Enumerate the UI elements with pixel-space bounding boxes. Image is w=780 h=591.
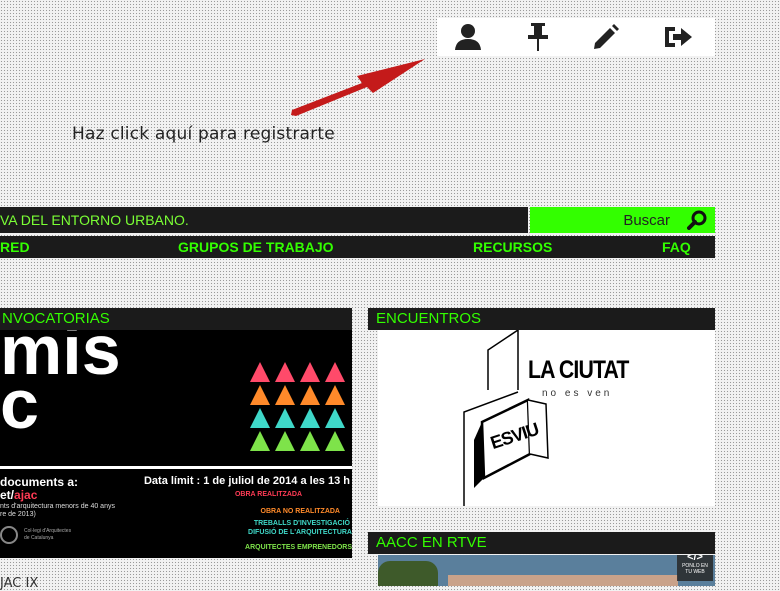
- nav-item-faq[interactable]: FAQ: [662, 239, 691, 255]
- pencil-icon[interactable]: [590, 22, 620, 52]
- poster-cat4: ARQUITECTES EMPRENEDORS: [245, 544, 352, 551]
- poster-divider: [0, 466, 352, 469]
- poster-cat1: OBRA REALITZADA: [234, 491, 302, 498]
- poster-site-highlight: ajac: [14, 488, 38, 502]
- search-box[interactable]: Buscar: [530, 207, 715, 233]
- main-nav: RED GRUPOS DE TRABAJO RECURSOS FAQ: [0, 236, 715, 258]
- register-hint[interactable]: Haz click aquí para registrarte: [72, 124, 335, 144]
- user-toolbar: [437, 18, 715, 56]
- poster-cat2: OBRA NO REALITZADA: [260, 508, 340, 515]
- poster-org1: Col·legi d'Arquitectes: [24, 528, 72, 534]
- convocatoria-caption[interactable]: JAC IX: [0, 576, 38, 591]
- search-label: Buscar: [623, 212, 670, 229]
- logo-subtitle: no es ven: [542, 388, 613, 399]
- poster-org2: de Catalunya: [24, 535, 54, 541]
- embed-badge[interactable]: </> PONLO EN TU WEB: [677, 555, 713, 581]
- building-shape: [448, 575, 678, 586]
- search-icon[interactable]: [687, 210, 707, 235]
- tree-shape: [378, 561, 438, 586]
- poster-small1: nts d'arquitectura menors de 40 anys: [0, 503, 115, 510]
- logo-title: LA CIUTAT: [528, 356, 629, 384]
- encuentros-header[interactable]: ENCUENTROS: [368, 308, 715, 330]
- poster-small2: re de 2013): [0, 511, 36, 518]
- convocatorias-poster[interactable]: mis c documents a: et/ajac nts d'arquite…: [0, 330, 352, 558]
- sign-out-icon[interactable]: [663, 22, 693, 52]
- poster-site: et/ajac: [0, 488, 37, 502]
- rtve-header[interactable]: AACC EN RTVE: [368, 532, 715, 554]
- poster-big-line2: c: [0, 365, 39, 443]
- poster-cat3a: TREBALLS D'INVESTIGACIÓ: [253, 520, 350, 527]
- user-icon[interactable]: [453, 22, 483, 52]
- tagline: VA DEL ENTORNO URBANO.: [0, 212, 189, 228]
- embed-label2: TU WEB: [685, 569, 705, 575]
- nav-item-grupos[interactable]: GRUPOS DE TRABAJO: [178, 239, 334, 255]
- pushpin-icon[interactable]: [523, 22, 553, 52]
- convocatorias-header[interactable]: NVOCATORIAS: [0, 308, 352, 330]
- coac-logo-icon: [0, 526, 18, 544]
- poster-deadline: Data límit : 1 de juliol de 2014 a les 1…: [143, 475, 350, 487]
- rtve-video-thumbnail[interactable]: </> PONLO EN TU WEB: [378, 555, 715, 586]
- nav-item-recursos[interactable]: RECURSOS: [473, 239, 552, 255]
- encuentros-image[interactable]: ESVIU LA CIUTAT no es ven: [378, 330, 715, 506]
- poster-docs-label: documents a:: [0, 475, 79, 489]
- poster-site-prefix: et/: [0, 488, 15, 502]
- nav-item-red[interactable]: RED: [0, 239, 30, 255]
- tagline-bar: VA DEL ENTORNO URBANO.: [0, 207, 528, 233]
- poster-cat3b: DIFUSIÓ DE L'ARQUITECTURA: [248, 529, 352, 536]
- triangle-pattern: [250, 362, 345, 451]
- code-icon: </>: [687, 555, 703, 563]
